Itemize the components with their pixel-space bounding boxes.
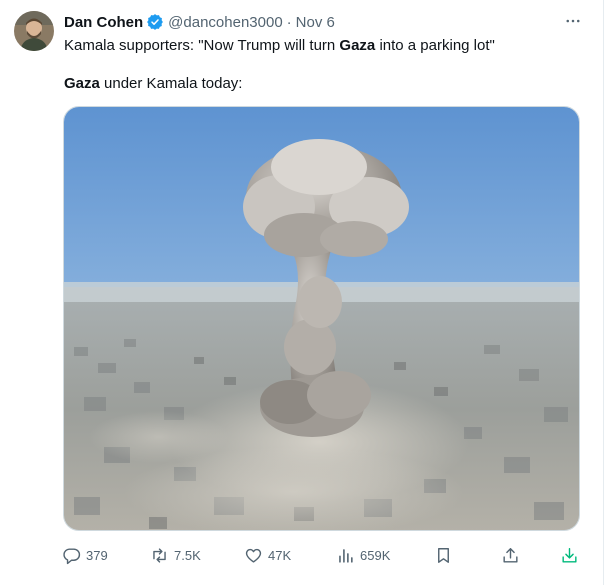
download-button[interactable] xyxy=(560,541,579,569)
like-icon xyxy=(245,548,262,563)
like-button[interactable]: 47K xyxy=(244,541,291,569)
tweet-image[interactable] xyxy=(63,106,580,531)
author-name[interactable]: Dan Cohen xyxy=(64,14,143,31)
more-icon[interactable] xyxy=(561,9,585,33)
text-bold-gaza: Gaza xyxy=(339,37,376,54)
repost-icon xyxy=(153,547,166,563)
repost-count: 7.5K xyxy=(174,547,201,563)
reply-button[interactable]: 379 xyxy=(62,541,108,569)
reply-icon xyxy=(63,547,81,564)
bookmark-icon xyxy=(438,547,449,563)
text-bold-gaza: Gaza xyxy=(64,75,100,92)
post-date[interactable]: Nov 6 xyxy=(296,14,335,31)
reply-count: 379 xyxy=(86,547,108,563)
tweet[interactable]: Dan Cohen @dancohen3000 · Nov 6 Kamala s… xyxy=(0,0,604,585)
share-button[interactable] xyxy=(501,541,520,569)
action-bar: 379 7.5K 47K 659K xyxy=(0,541,604,569)
avatar[interactable] xyxy=(14,11,54,51)
bookmark-button[interactable] xyxy=(434,541,453,569)
download-icon xyxy=(562,547,577,563)
views-count: 659K xyxy=(360,547,391,563)
verified-icon[interactable] xyxy=(146,13,164,31)
tweet-text-line-1: Kamala supporters: "Now Trump will turn … xyxy=(64,36,495,56)
separator-dot: · xyxy=(286,13,292,31)
tweet-header: Dan Cohen @dancohen3000 · Nov 6 xyxy=(64,12,335,32)
tweet-text-line-2: Gaza under Kamala today: xyxy=(64,74,242,94)
repost-button[interactable]: 7.5K xyxy=(150,541,201,569)
like-count: 47K xyxy=(268,547,292,563)
share-icon xyxy=(503,547,518,563)
text-segment: under Kamala today: xyxy=(99,75,243,92)
text-segment: Kamala supporters: "Now Trump will turn xyxy=(64,37,340,54)
views-button[interactable]: 659K xyxy=(336,541,390,569)
views-icon xyxy=(339,548,353,563)
author-handle[interactable]: @dancohen3000 xyxy=(168,14,283,31)
text-segment: into a parking lot" xyxy=(375,37,495,54)
